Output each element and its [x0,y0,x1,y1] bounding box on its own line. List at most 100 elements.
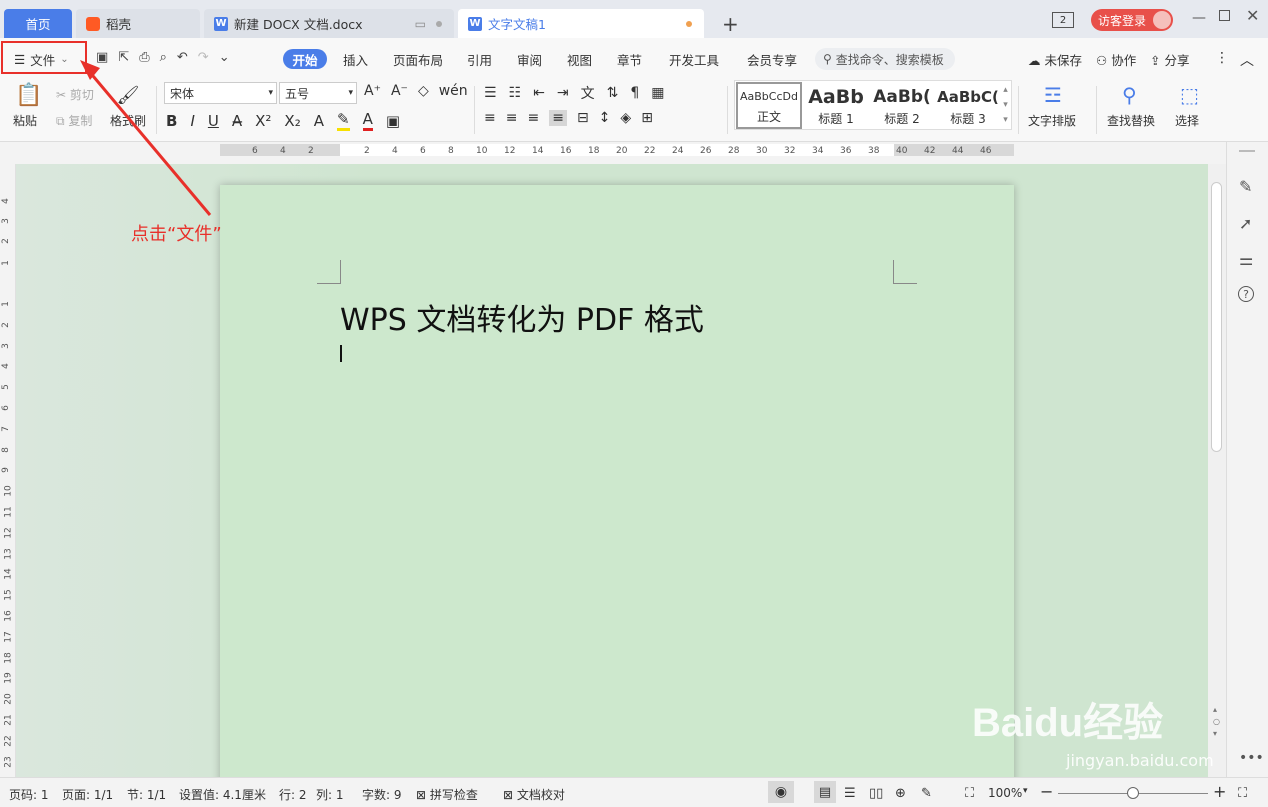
status-section[interactable]: 节: 1/1 [127,786,166,803]
tab-references[interactable]: 引用 [467,50,492,69]
tab-doc-docx[interactable]: W 新建 DOCX 文档.docx ▭ [204,9,454,38]
border-icon[interactable]: ⊞ [641,110,653,126]
tab-chapter[interactable]: 章节 [617,50,642,69]
unsaved-button[interactable]: ☁ 未保存 [1028,50,1082,69]
vertical-ruler[interactable]: 4 3 2 1 1 2 3 4 5 6 7 8 9 10 11 12 13 14 15 16 17 18 19 20 21 22 2… [0,164,16,777]
more-vertical-icon[interactable]: ⋮ [1215,50,1229,66]
maximize-icon[interactable] [1219,10,1230,21]
eye-protection-icon[interactable]: ◉ [768,781,794,803]
style-heading-1[interactable]: AaBb 标题 1 [803,82,869,129]
clear-format-icon[interactable]: ◇ [418,83,429,99]
style-normal[interactable]: AaBbCcDd 正文 [736,82,802,129]
pinyin-icon[interactable]: wén [439,83,468,99]
subscript-icon[interactable]: X₂ [284,112,300,130]
char-border-icon[interactable]: ▣ [386,112,400,130]
table-icon[interactable]: ▦ [651,85,664,101]
fit-page-icon[interactable]: ⛶ [965,786,974,801]
login-button[interactable]: 访客登录 [1091,9,1173,31]
highlight-icon[interactable]: ✎ [336,110,350,131]
reading-view-icon[interactable]: ▯▯ [869,786,883,801]
shrink-font-icon[interactable]: A⁻ [391,83,408,99]
status-row[interactable]: 行: 2 [279,786,307,803]
zoom-dropdown-icon[interactable]: ▾ [1023,786,1028,796]
status-pages[interactable]: 页面: 1/1 [62,786,113,803]
document-page[interactable]: WPS 文档转化为 PDF 格式 [220,185,1014,785]
adjust-icon[interactable]: ⚌ [1239,250,1253,269]
monitor-icon[interactable]: ▭ [415,17,426,31]
status-page-number[interactable]: 页码: 1 [9,786,49,803]
cursor-select-icon[interactable]: ➚ [1239,214,1252,233]
status-col[interactable]: 列: 1 [316,786,344,803]
page-view-icon[interactable]: ▤ [814,781,836,803]
tab-layout[interactable]: 页面布局 [393,50,443,69]
write-mode-icon[interactable]: ✎ [921,786,932,801]
tab-view[interactable]: 视图 [567,50,592,69]
select-icon[interactable]: ⬚ [1180,83,1199,107]
zoom-slider-handle[interactable] [1127,787,1139,799]
tab-review[interactable]: 审阅 [517,50,542,69]
page-nav-arrows[interactable]: ▴ ○ ▾ [1213,704,1220,740]
document-title-line[interactable]: WPS 文档转化为 PDF 格式 [340,295,704,339]
tab-member[interactable]: 会员专享 [747,50,797,69]
sort-icon[interactable]: ⇅ [607,85,619,101]
minimize-icon[interactable]: — [1192,10,1206,26]
edit-pen-icon[interactable]: ✎ [1239,177,1252,196]
text-layout-icon[interactable]: ☲ [1044,83,1062,107]
line-spacing-icon[interactable]: ↕ [599,110,611,126]
close-icon[interactable]: ✕ [1246,6,1259,25]
align-left-icon[interactable]: ≡ [484,110,496,126]
web-view-icon[interactable]: ⊕ [895,786,906,801]
distribute-icon[interactable]: ⊟ [577,110,589,126]
tab-close-dot[interactable] [436,20,442,27]
collapse-ribbon-icon[interactable]: ︿ [1240,50,1254,70]
command-search[interactable]: ⚲ 查找命令、搜索模板 [815,48,955,70]
collab-button[interactable]: ⚇ 协作 [1096,50,1136,69]
find-replace-button[interactable]: 查找替换 [1107,112,1155,129]
status-setting[interactable]: 设置值: 4.1厘米 [179,786,266,803]
numbered-list-icon[interactable]: ☷ [509,85,522,101]
font-color-icon[interactable]: A [362,110,373,131]
help-icon[interactable]: ? [1238,286,1254,302]
text-effect-icon[interactable]: A [314,112,324,130]
scroll-thumb[interactable] [1211,182,1222,452]
chinese-layout-icon[interactable]: 文 [581,83,595,103]
tab-home[interactable]: 首页 [4,9,72,38]
font-size-select[interactable]: 五号 ▾ [279,82,357,104]
zoom-out-icon[interactable]: − [1040,782,1053,801]
paste-icon[interactable]: 📋 [15,82,42,108]
tab-start[interactable]: 开始 [283,49,327,69]
shading-icon[interactable]: ◈ [620,110,631,126]
tab-insert[interactable]: 插入 [343,50,368,69]
increase-indent-icon[interactable]: ⇥ [557,85,569,101]
style-heading-3[interactable]: AaBbC( 标题 3 [935,82,1001,129]
bullet-list-icon[interactable]: ☰ [484,85,497,101]
vertical-scrollbar[interactable]: ▴ ○ ▾ [1208,164,1226,777]
find-icon[interactable]: ⚲ [1122,83,1137,107]
decrease-indent-icon[interactable]: ⇤ [533,85,545,101]
unsaved-dot[interactable] [686,20,692,27]
status-words[interactable]: 字数: 9 [362,786,402,803]
text-layout-button[interactable]: 文字排版 [1028,112,1076,129]
tab-doc-active[interactable]: W 文字文稿1 [458,9,704,38]
fullscreen-icon[interactable]: ⛶ [1238,786,1247,801]
more-horizontal-icon[interactable]: ••• [1239,750,1264,766]
paste-button[interactable]: 粘贴 [13,112,37,129]
tab-devtools[interactable]: 开发工具 [669,50,719,69]
align-right-icon[interactable]: ≡ [527,110,539,126]
show-marks-icon[interactable]: ¶ [630,85,639,101]
new-tab-plus-icon[interactable]: + [722,12,739,36]
style-heading-2[interactable]: AaBb( 标题 2 [869,82,935,129]
select-button[interactable]: 选择 [1175,112,1199,129]
outline-view-icon[interactable]: ☰ [844,786,856,801]
share-button[interactable]: ⇪ 分享 [1150,50,1189,69]
zoom-level[interactable]: 100% [988,786,1022,800]
justify-icon[interactable]: ≡ [549,110,567,126]
window-count-badge[interactable]: 2 [1052,12,1074,28]
spell-check-button[interactable]: ⊠ 拼写检查 [416,786,478,803]
style-gallery-scroll[interactable]: ▴ ▾ ▾ [1001,83,1010,128]
grow-font-icon[interactable]: A⁺ [364,83,381,99]
tab-daoke[interactable]: 稻壳 [76,9,200,38]
zoom-in-icon[interactable]: + [1213,782,1226,801]
align-center-icon[interactable]: ≡ [506,110,518,126]
proofread-button[interactable]: ⊠ 文档校对 [503,786,565,803]
